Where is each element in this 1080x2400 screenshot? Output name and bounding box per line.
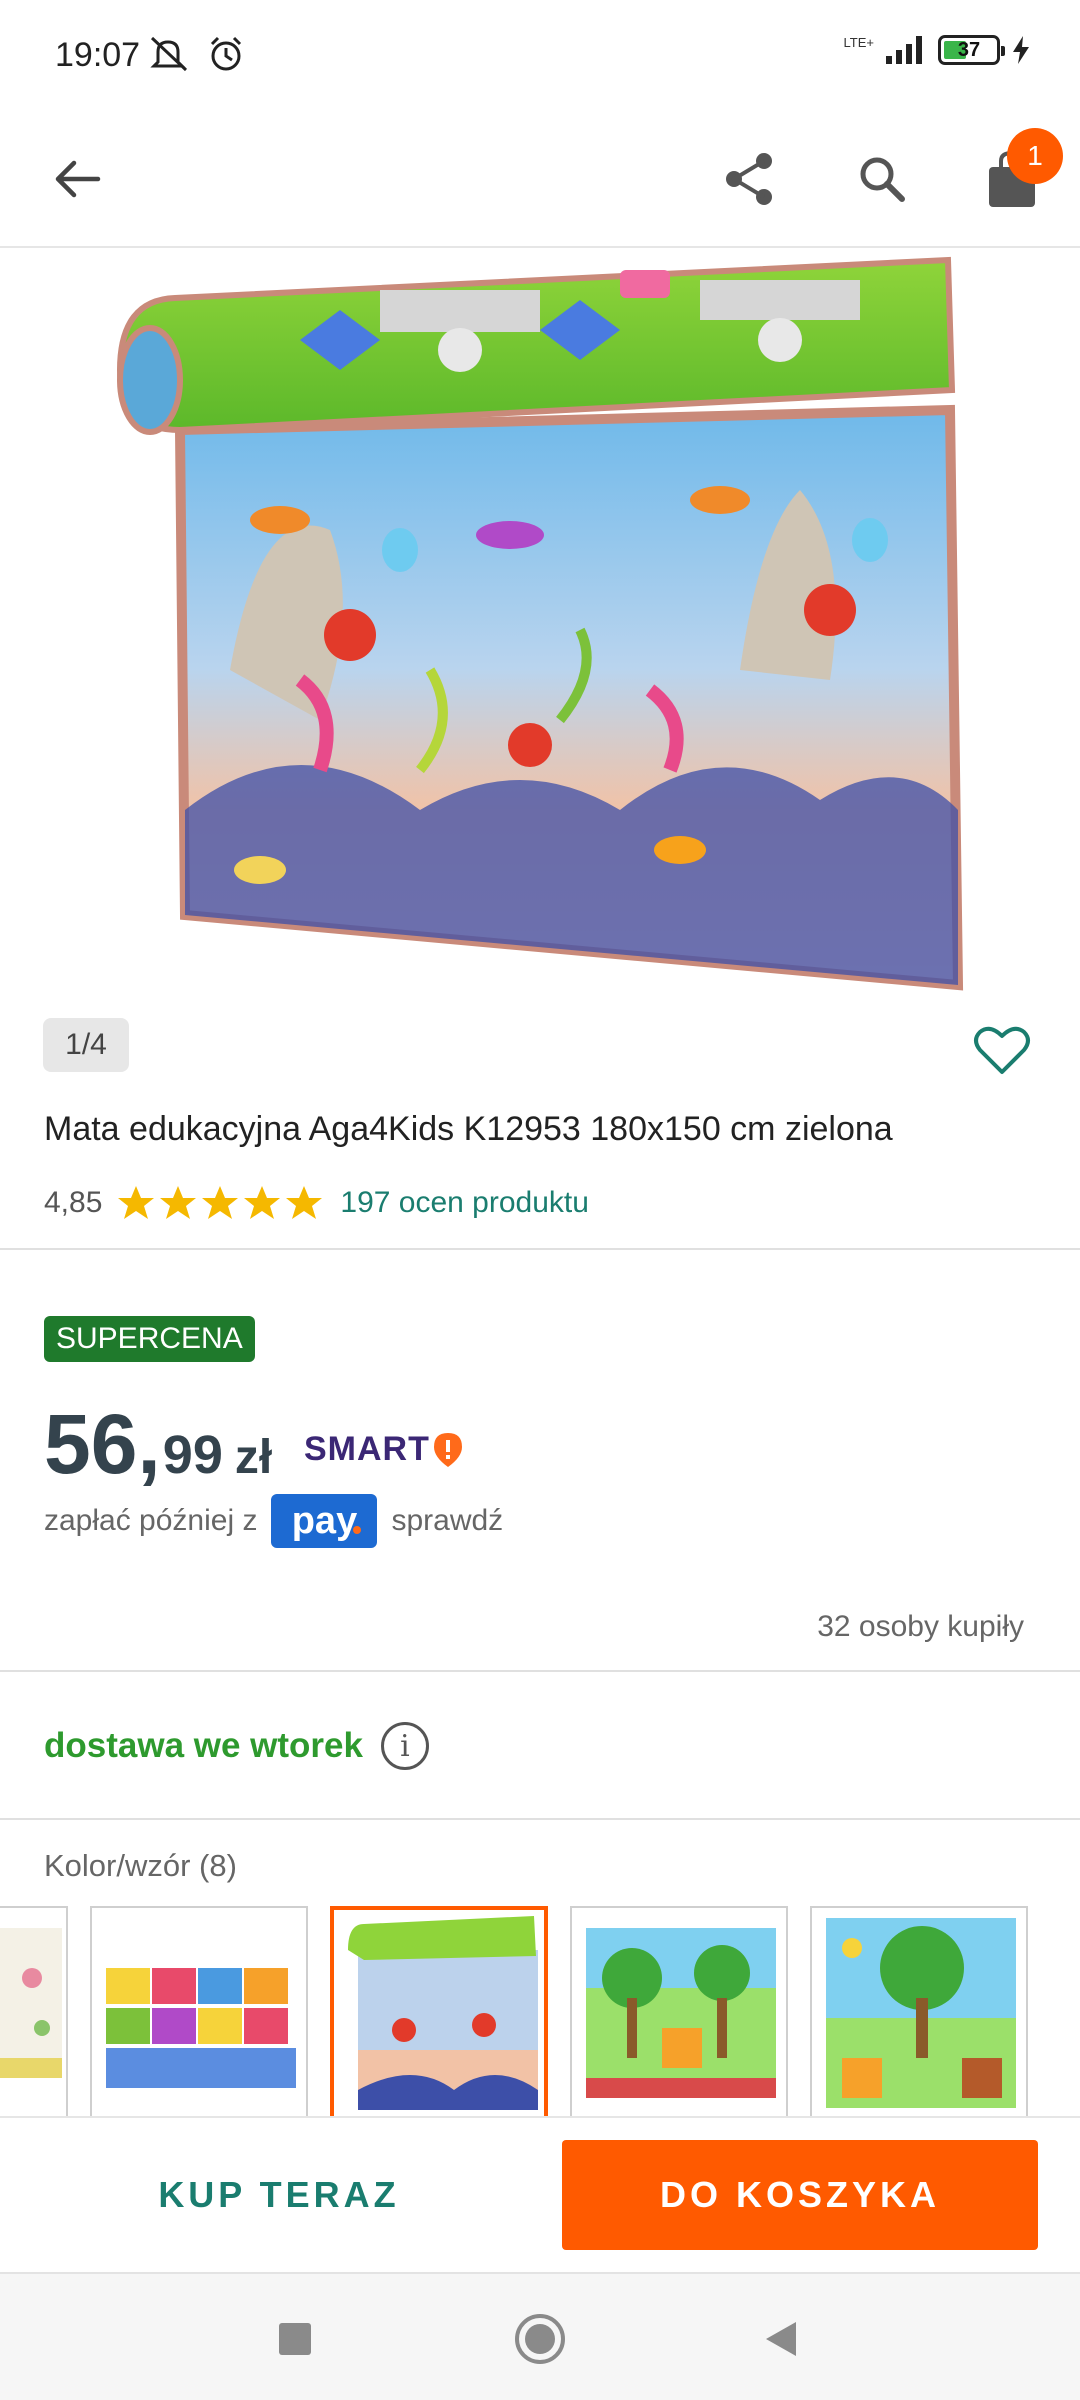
back-nav-button[interactable] bbox=[745, 2304, 815, 2374]
variant-thumbnail[interactable] bbox=[810, 1906, 1028, 2116]
supercena-badge: SUPERCENA bbox=[44, 1316, 255, 1362]
alarm-icon bbox=[210, 36, 242, 71]
play-mat-illustration bbox=[116, 256, 964, 991]
rating-stars bbox=[116, 1183, 324, 1223]
product-title: Mata edukacyjna Aga4Kids K12953 180x150 … bbox=[44, 1110, 893, 1148]
star-half-icon bbox=[286, 1186, 323, 1219]
price-cents: 99 bbox=[162, 1425, 223, 1485]
price-currency: zł bbox=[234, 1431, 273, 1484]
search-button[interactable] bbox=[837, 134, 927, 224]
reviews-link[interactable]: 197 ocen produktu bbox=[340, 1186, 589, 1220]
arrow-left-icon bbox=[55, 160, 101, 198]
variant-thumbnail[interactable] bbox=[0, 1906, 68, 2116]
variant-image bbox=[826, 1918, 1016, 2108]
variant-image bbox=[348, 1916, 538, 2110]
rating-row[interactable]: 4,85 197 ocen produktu bbox=[44, 1183, 589, 1223]
price: 56, 99 zł bbox=[44, 1396, 272, 1493]
smart-label: SMART bbox=[304, 1430, 430, 1468]
recents-button[interactable] bbox=[260, 2304, 330, 2374]
variant-thumbnail[interactable] bbox=[570, 1906, 788, 2116]
star-icon bbox=[244, 1186, 281, 1219]
divider bbox=[0, 1670, 1080, 1672]
home-button[interactable] bbox=[505, 2304, 575, 2374]
triangle-back-icon bbox=[766, 2322, 796, 2356]
heart-icon bbox=[974, 1026, 1030, 1074]
charging-icon bbox=[1013, 36, 1029, 64]
star-icon bbox=[160, 1186, 197, 1219]
search-icon bbox=[860, 157, 905, 202]
cart-button[interactable]: 1 bbox=[967, 128, 1063, 224]
divider bbox=[0, 1248, 1080, 1250]
status-icons bbox=[148, 34, 246, 74]
variant-thumbnail-selected[interactable] bbox=[330, 1906, 548, 2116]
mute-icon bbox=[150, 36, 188, 72]
info-icon[interactable]: i bbox=[380, 1722, 429, 1770]
circle-icon bbox=[515, 2314, 565, 2364]
divider bbox=[0, 1818, 1080, 1820]
price-main: 56, bbox=[44, 1397, 161, 1491]
favorite-button[interactable] bbox=[972, 1022, 1032, 1078]
variant-image bbox=[102, 1963, 298, 2093]
variant-image bbox=[586, 1928, 776, 2098]
star-icon bbox=[118, 1186, 155, 1219]
delivery-label: dostawa we wtorek bbox=[44, 1726, 363, 1765]
buyers-count: 32 osoby kupiły bbox=[817, 1610, 1024, 1643]
image-counter: 1/4 bbox=[43, 1018, 129, 1072]
cart-badge: 1 bbox=[1007, 128, 1063, 184]
pay-logo: pay bbox=[271, 1494, 378, 1548]
variant-thumbnail[interactable] bbox=[90, 1906, 308, 2116]
variants-carousel[interactable] bbox=[0, 1906, 1080, 2116]
pay-later-row[interactable]: zapłać później z pay sprawdź bbox=[44, 1494, 503, 1548]
square-icon bbox=[279, 2323, 311, 2355]
variant-image bbox=[0, 1928, 62, 2078]
rating-score: 4,85 bbox=[44, 1186, 103, 1219]
action-bar: KUP TERAZ DO KOSZYKA bbox=[0, 2116, 1080, 2272]
battery-level: 37 bbox=[957, 38, 981, 61]
product-image[interactable] bbox=[0, 250, 1080, 1000]
pay-later-prefix: zapłać później z bbox=[44, 1504, 258, 1537]
delivery-row[interactable]: dostawa we wtorek i bbox=[44, 1722, 429, 1770]
status-right: LTE+ 37 bbox=[844, 34, 1032, 66]
smart-badge: SMART bbox=[304, 1430, 464, 1469]
variants-label: Kolor/wzór (8) bbox=[44, 1848, 237, 1883]
network-type: LTE+ bbox=[843, 34, 874, 50]
share-button[interactable] bbox=[705, 134, 795, 224]
signal-icon bbox=[886, 36, 922, 64]
star-icon bbox=[202, 1186, 239, 1219]
share-icon bbox=[726, 153, 772, 205]
battery-icon: 37 bbox=[938, 35, 1005, 65]
status-bar: 19:07 LTE+ 37 bbox=[0, 0, 1080, 110]
back-button[interactable] bbox=[32, 134, 122, 224]
pay-check-link[interactable]: sprawdź bbox=[391, 1504, 503, 1538]
system-nav-bar bbox=[0, 2272, 1080, 2400]
smart-pin-icon bbox=[433, 1432, 462, 1467]
status-time: 19:07 bbox=[55, 36, 141, 74]
app-bar: 1 bbox=[0, 110, 1080, 248]
add-to-cart-button[interactable]: DO KOSZYKA bbox=[562, 2140, 1038, 2250]
buy-now-button[interactable]: KUP TERAZ bbox=[44, 2140, 514, 2250]
